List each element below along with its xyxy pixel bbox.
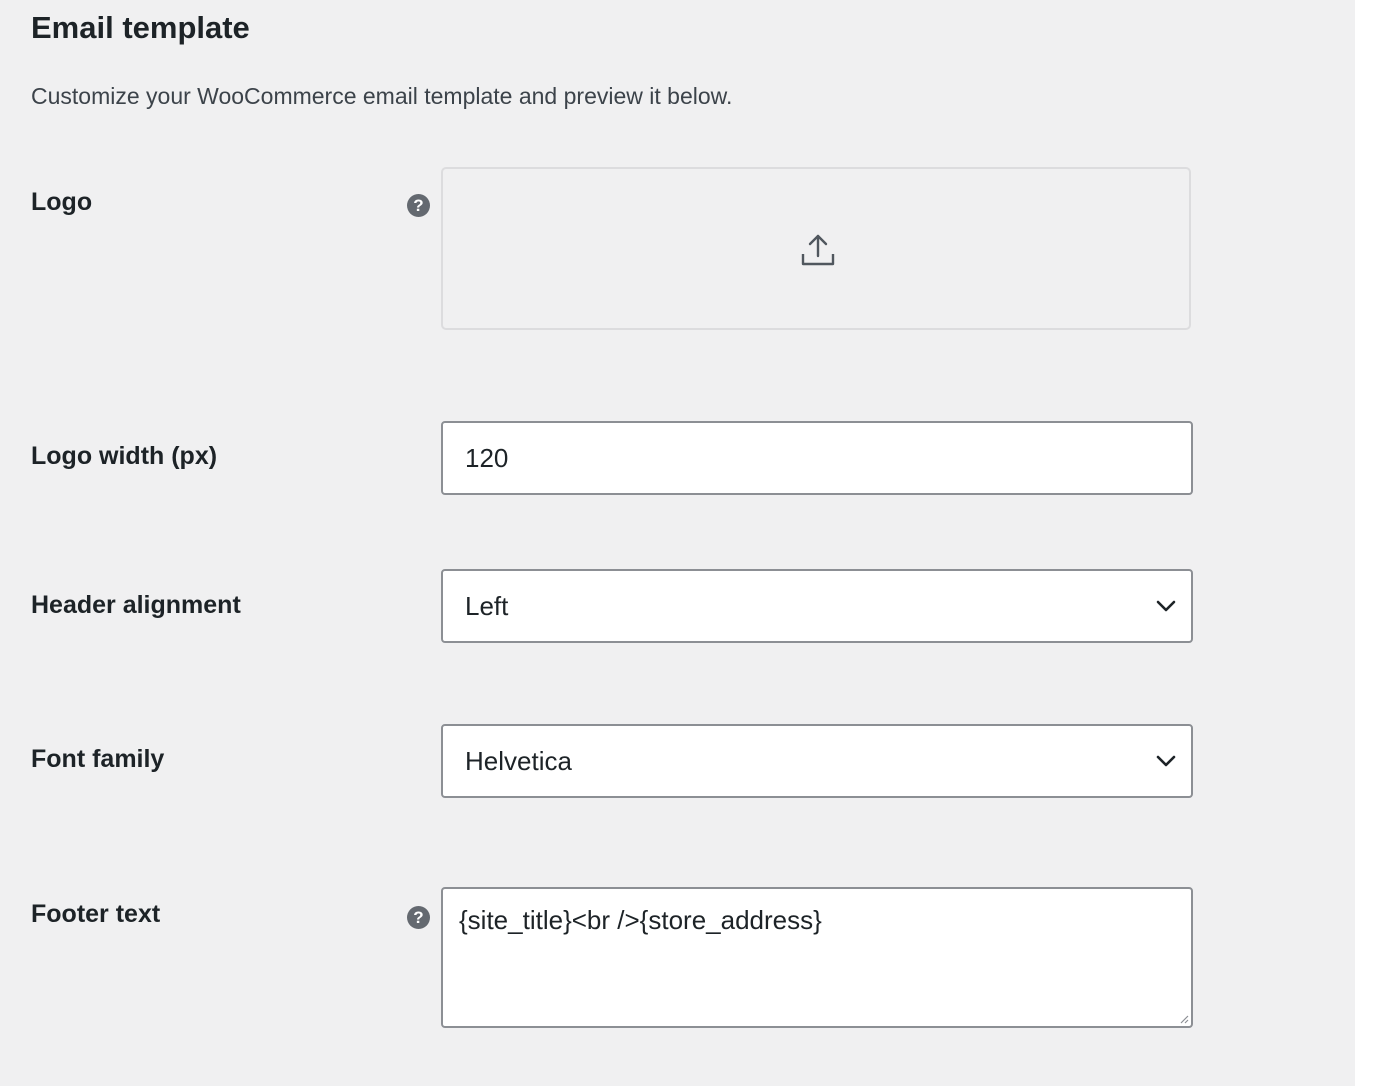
logo-width-label: Logo width (px) [31,442,218,470]
footer-text-help-icon[interactable]: ? [407,906,430,929]
logo-width-input[interactable]: 120 [441,421,1193,495]
logo-upload-dropzone[interactable] [441,167,1191,330]
logo-help-icon[interactable]: ? [407,194,430,217]
logo-label: Logo [31,188,93,216]
font-family-label: Font family [31,745,165,773]
header-alignment-label: Header alignment [31,591,241,619]
header-alignment-value: Left [465,591,509,621]
footer-text-value: {site_title}<br />{store_address} [459,905,822,935]
resize-handle-icon[interactable] [1179,1014,1189,1024]
settings-panel: Email template Customize your WooCommerc… [0,0,1355,1086]
logo-width-value: 120 [465,443,509,473]
font-family-select[interactable]: Helvetica [441,724,1193,798]
upload-icon [801,234,835,266]
footer-text-label: Footer text [31,900,161,928]
footer-text-textarea[interactable]: {site_title}<br />{store_address} [441,887,1193,1028]
font-family-value: Helvetica [465,746,572,776]
header-alignment-select[interactable]: Left [441,569,1193,643]
page-description: Customize your WooCommerce email templat… [31,83,733,109]
chevron-down-icon [1156,755,1176,767]
chevron-down-icon [1156,600,1176,612]
page-title: Email template [31,10,250,45]
